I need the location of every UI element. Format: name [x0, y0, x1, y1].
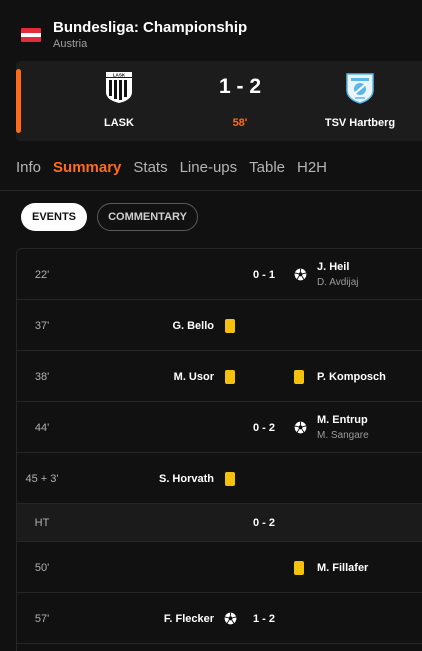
- competition-name[interactable]: Bundesliga: Championship: [53, 19, 247, 36]
- event-minute: 44': [34, 422, 50, 434]
- half-time-score: 0 - 2: [252, 517, 275, 529]
- yellow-card-icon: [294, 561, 304, 575]
- event-player-away[interactable]: P. Komposch: [317, 371, 386, 383]
- event-minute: 22': [34, 269, 50, 281]
- half-time-row: HT 0 - 2: [17, 504, 422, 542]
- commentary-filter-button[interactable]: COMMENTARY: [97, 203, 198, 231]
- tabs-divider: [0, 190, 422, 191]
- event-score: 0 - 1: [252, 269, 275, 281]
- event-row: 45 + 3' S. Horvath: [17, 453, 422, 504]
- tab-h2h[interactable]: H2H: [297, 159, 327, 176]
- event-player[interactable]: G. Bello: [172, 320, 214, 332]
- match-tabs: Info Summary Stats Line-ups Table H2H: [16, 159, 339, 183]
- goal-ball-icon: [294, 268, 307, 281]
- event-minute: 50': [34, 562, 50, 574]
- events-list: 22' 0 - 1 J. Heil D. Avdijaj 37' G. Bell…: [16, 248, 422, 651]
- tab-stats[interactable]: Stats: [133, 159, 167, 176]
- match-scorecard: LASK LASK 1 - 2 58' TSV Hartberg: [16, 61, 422, 141]
- match-score: 1 - 2: [218, 75, 262, 98]
- event-assist[interactable]: D. Avdijaj: [317, 277, 359, 288]
- event-row: 38' M. Usor P. Komposch: [17, 351, 422, 402]
- svg-text:LASK: LASK: [113, 72, 126, 77]
- yellow-card-icon: [225, 370, 235, 384]
- lask-crest-icon: LASK: [106, 72, 132, 103]
- event-player[interactable]: M. Fillafer: [317, 562, 368, 574]
- goal-ball-icon: [224, 612, 237, 625]
- event-score: 0 - 2: [252, 422, 275, 434]
- event-score: 1 - 2: [252, 613, 275, 625]
- austria-flag-icon: [21, 28, 41, 42]
- events-filter-button[interactable]: EVENTS: [21, 203, 87, 231]
- event-row: 37' G. Bello: [17, 300, 422, 351]
- match-minute: 58': [232, 117, 248, 129]
- event-minute: 37': [34, 320, 50, 332]
- home-team[interactable]: LASK LASK: [59, 61, 179, 141]
- tsv-hartberg-crest-icon: [346, 73, 374, 104]
- live-indicator-bar: [16, 69, 21, 133]
- away-team[interactable]: TSV Hartberg: [300, 61, 420, 141]
- yellow-card-icon: [294, 370, 304, 384]
- event-minute: 45 + 3': [25, 473, 59, 485]
- event-row: 57' F. Flecker 1 - 2: [17, 593, 422, 644]
- tab-info[interactable]: Info: [16, 159, 41, 176]
- event-player-home[interactable]: M. Usor: [174, 371, 214, 383]
- event-player[interactable]: S. Horvath: [159, 473, 214, 485]
- yellow-card-icon: [225, 472, 235, 486]
- home-team-name[interactable]: LASK: [59, 117, 179, 129]
- event-row: 44' 0 - 2 M. Entrup M. Sangare: [17, 402, 422, 453]
- competition-country: Austria: [53, 38, 88, 50]
- event-minute: 38': [34, 371, 50, 383]
- event-minute: HT: [34, 517, 50, 529]
- event-row: 22' 0 - 1 J. Heil D. Avdijaj: [17, 249, 422, 300]
- event-minute: 57': [34, 613, 50, 625]
- event-assist[interactable]: M. Sangare: [317, 430, 369, 441]
- goal-ball-icon: [294, 421, 307, 434]
- tab-line-ups[interactable]: Line-ups: [180, 159, 238, 176]
- event-row: 50' M. Fillafer: [17, 542, 422, 593]
- tab-summary[interactable]: Summary: [53, 159, 121, 176]
- yellow-card-icon: [225, 319, 235, 333]
- tab-table[interactable]: Table: [249, 159, 285, 176]
- away-team-name[interactable]: TSV Hartberg: [300, 117, 420, 129]
- event-player[interactable]: M. Entrup: [317, 414, 368, 426]
- league-header[interactable]: Bundesliga: Championship Austria: [0, 0, 422, 58]
- event-player[interactable]: F. Flecker: [164, 613, 214, 625]
- event-player[interactable]: J. Heil: [317, 261, 349, 273]
